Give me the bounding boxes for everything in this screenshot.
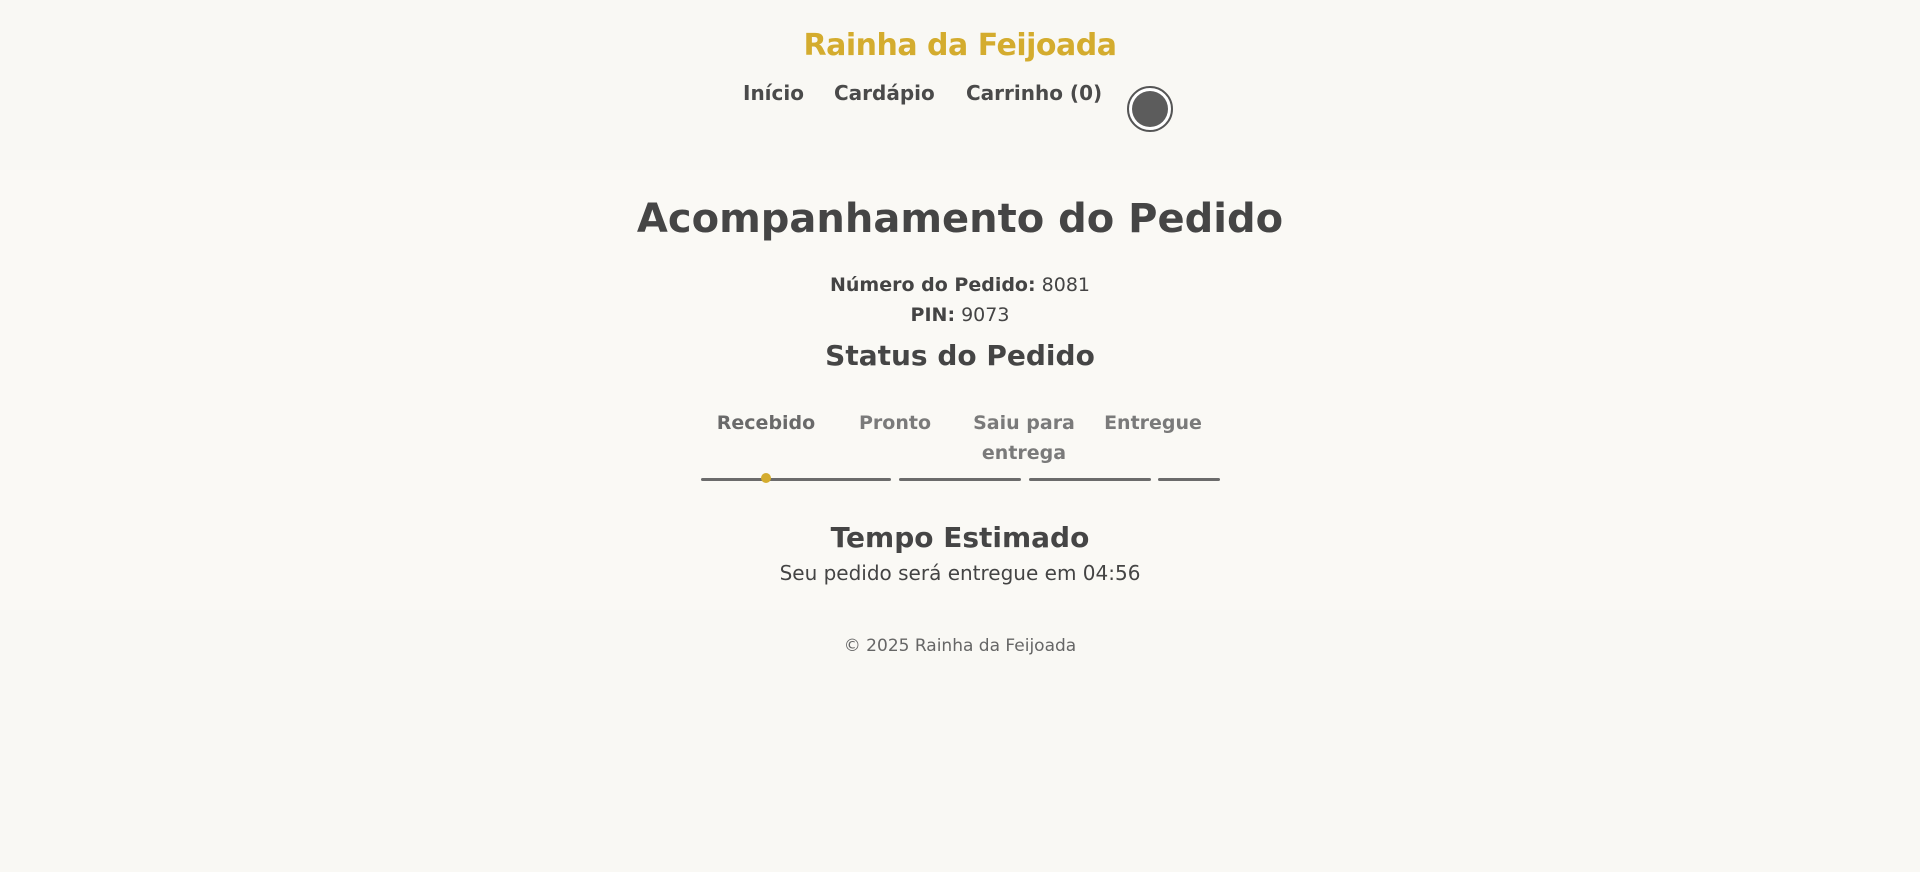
progress-track-2 (899, 478, 1021, 481)
avatar-icon (1132, 91, 1168, 127)
order-number-line: Número do Pedido: 8081 (0, 272, 1920, 298)
eta-text: Seu pedido será entregue em 04:56 (779, 561, 1141, 585)
step-saiu-para-entrega: Saiu para entrega (973, 412, 1075, 464)
copyright-text: © 2025 Rainha da Feijoada (843, 636, 1077, 656)
order-number-label: Número do Pedido: (829, 274, 1036, 296)
pin-value: 9073 (961, 304, 1010, 326)
user-avatar[interactable] (1127, 86, 1173, 132)
nav-link-cardapio[interactable]: Cardápio (834, 80, 935, 106)
pin-label: PIN: (910, 304, 956, 326)
nav-link-carrinho[interactable]: Carrinho (0) (966, 80, 1102, 106)
progress-track-1 (701, 478, 891, 481)
site-footer: © 2025 Rainha da Feijoada (0, 610, 1920, 872)
order-number-value: 8081 (1041, 274, 1090, 296)
pin-line: PIN: 9073 (0, 302, 1920, 328)
eta-heading: Tempo Estimado (830, 521, 1090, 554)
nav-link-inicio[interactable]: Início (743, 80, 804, 106)
step-entregue: Entregue (1104, 412, 1202, 434)
progress-track-4 (1158, 478, 1220, 481)
brand-logo[interactable]: Rainha da Feijoada (0, 26, 1920, 66)
status-heading: Status do Pedido (825, 339, 1095, 372)
current-step-dot (761, 473, 771, 483)
progress-track-3 (1029, 478, 1151, 481)
step-recebido: Recebido (716, 412, 816, 434)
order-tracking-section: Acompanhamento do Pedido Número do Pedid… (0, 170, 1920, 610)
page-title: Acompanhamento do Pedido (636, 196, 1284, 242)
step-pronto: Pronto (858, 412, 931, 434)
site-header: Rainha da Feijoada Início Cardápio Carri… (0, 0, 1920, 170)
